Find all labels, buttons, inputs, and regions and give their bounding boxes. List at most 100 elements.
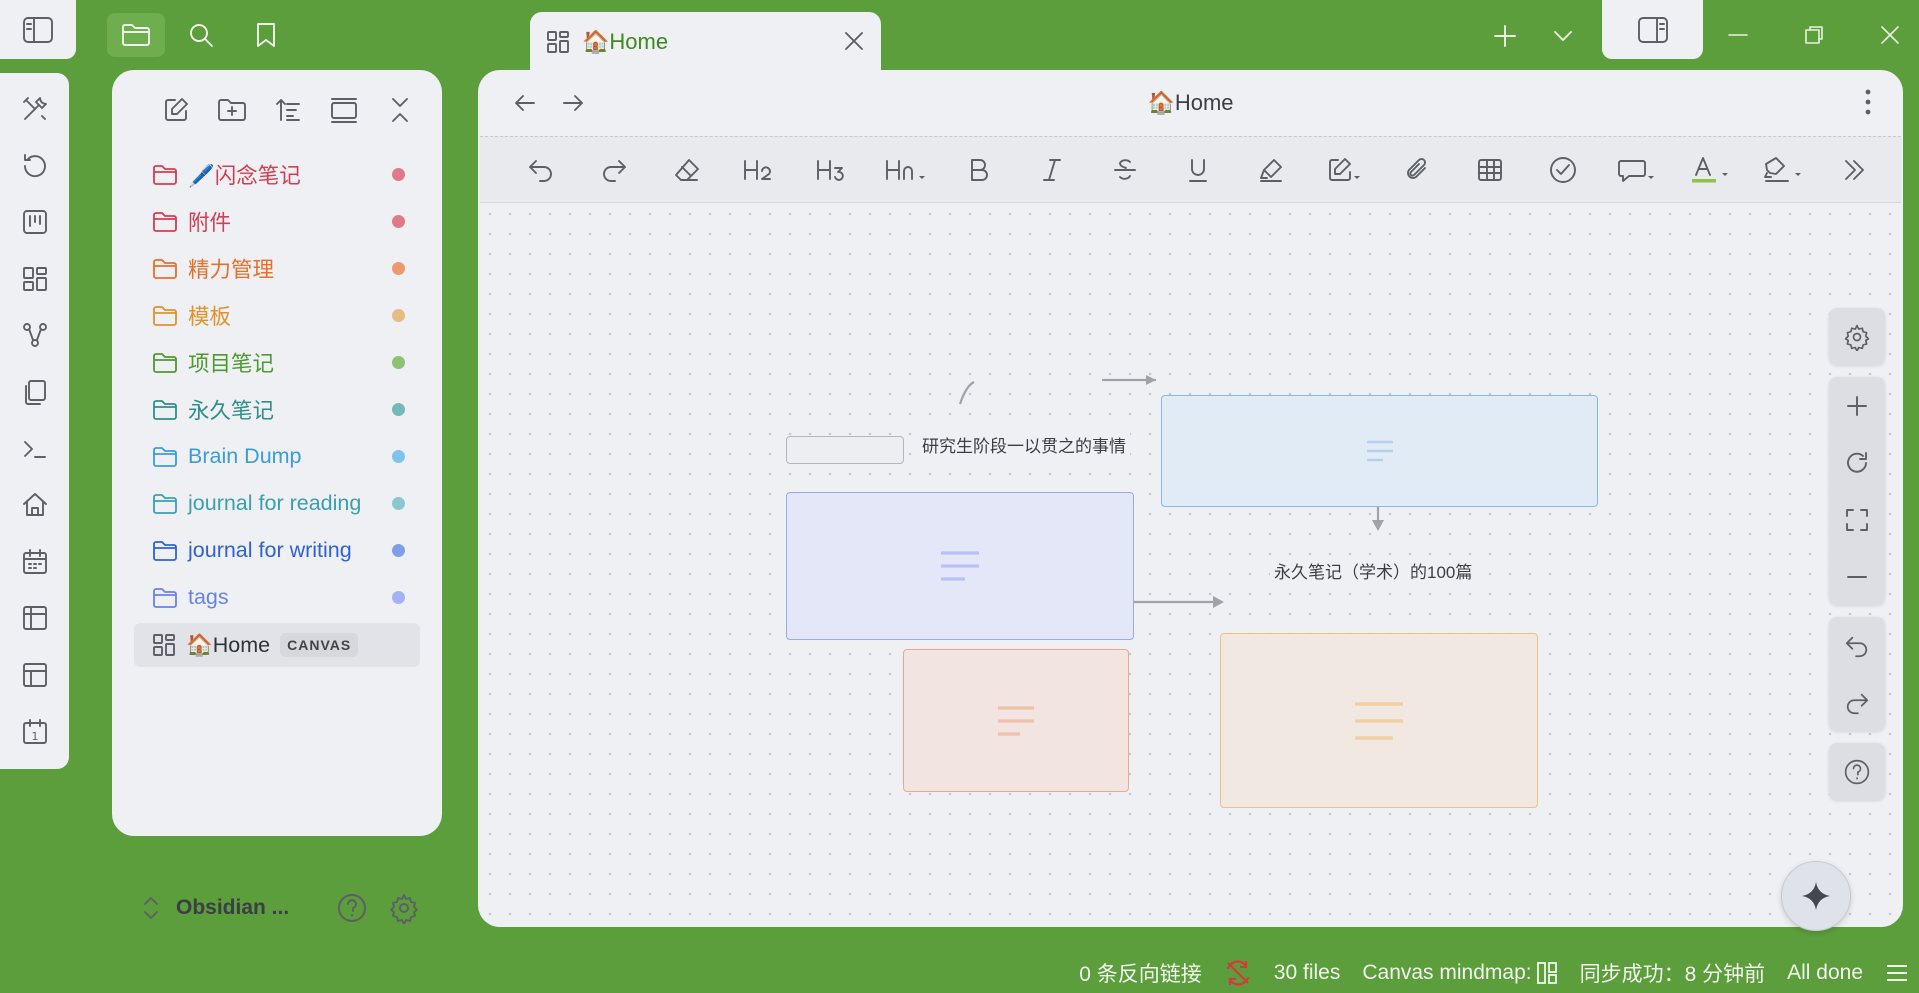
- folder-item[interactable]: Brain Dump: [134, 433, 420, 480]
- tab-file-explorer[interactable]: [107, 13, 165, 57]
- ribbon-table[interactable]: [15, 598, 55, 638]
- tools-icon: [22, 97, 47, 120]
- heading-n-button[interactable]: [869, 145, 942, 195]
- node-empty-label[interactable]: [786, 436, 904, 464]
- canvas-undo-button[interactable]: [1829, 617, 1885, 674]
- zoom-in-button[interactable]: [1829, 377, 1885, 434]
- zoom-to-fit-button[interactable]: [1829, 491, 1885, 548]
- sort-button[interactable]: [264, 90, 312, 130]
- tab-search[interactable]: [172, 13, 230, 57]
- folder-icon: [153, 211, 177, 232]
- backlinks-count[interactable]: 0 条反向链接: [1079, 958, 1202, 988]
- edit-format-button[interactable]: [1307, 145, 1380, 195]
- ribbon-graph[interactable]: [15, 315, 55, 355]
- more-options-icon[interactable]: [1863, 88, 1873, 116]
- tab-home[interactable]: 🏠Home: [530, 12, 881, 72]
- ribbon-daily-note[interactable]: 1: [15, 712, 55, 752]
- minimize-button[interactable]: [1700, 10, 1776, 60]
- close-icon[interactable]: [841, 28, 867, 54]
- node-red-card[interactable]: [903, 649, 1129, 792]
- folder-item[interactable]: 项目笔记: [134, 339, 420, 386]
- sync-status[interactable]: 同步成功：8 分钟前: [1580, 958, 1766, 988]
- file-item-home[interactable]: 🏠Home CANVAS: [134, 623, 420, 667]
- edge-label-middle[interactable]: 永久笔记（学术）的100篇: [1270, 556, 1477, 585]
- canvas-settings-button[interactable]: [1829, 308, 1885, 365]
- folder-item[interactable]: journal for reading: [134, 480, 420, 527]
- ribbon-tools[interactable]: [15, 89, 55, 129]
- tab-list-button[interactable]: [1542, 14, 1584, 58]
- underline-button[interactable]: [1161, 145, 1234, 195]
- callout-button[interactable]: [1599, 145, 1672, 195]
- zoom-out-button[interactable]: [1829, 548, 1885, 605]
- strikethrough-button[interactable]: [1088, 145, 1161, 195]
- folder-label: 附件: [188, 211, 232, 235]
- left-sidebar-toggle[interactable]: [0, 0, 76, 59]
- pencil-square-icon: [1328, 157, 1360, 181]
- table-button[interactable]: [1453, 145, 1526, 195]
- canvas-help-button[interactable]: [1829, 743, 1885, 800]
- auto-reveal-button[interactable]: [320, 90, 368, 130]
- heading2-icon: [743, 159, 771, 180]
- folder-item[interactable]: 模板: [134, 292, 420, 339]
- ribbon-terminal[interactable]: [15, 429, 55, 469]
- settings-icon: [1844, 324, 1870, 351]
- folder-item[interactable]: 精力管理: [134, 245, 420, 292]
- undo-button[interactable]: [504, 145, 577, 195]
- task-status: All done: [1787, 961, 1863, 984]
- vault-footer: Obsidian ...: [140, 888, 430, 928]
- vault-name[interactable]: Obsidian ...: [176, 896, 326, 920]
- folder-item[interactable]: 🖊️闪念笔记: [134, 151, 420, 198]
- reset-zoom-button[interactable]: [1829, 434, 1885, 491]
- close-window-button[interactable]: [1852, 10, 1919, 60]
- more-toolbar-button[interactable]: [1818, 145, 1891, 195]
- redo-button[interactable]: [577, 145, 650, 195]
- view-title[interactable]: 🏠Home: [478, 90, 1903, 116]
- new-folder-button[interactable]: [208, 90, 256, 130]
- help-icon[interactable]: [336, 892, 368, 924]
- status-menu[interactable]: [1885, 961, 1909, 985]
- folder-item[interactable]: tags: [134, 574, 420, 621]
- folder-item[interactable]: journal for writing: [134, 527, 420, 574]
- italic-button[interactable]: [1015, 145, 1088, 195]
- text-color-button[interactable]: [1672, 145, 1745, 195]
- folder-color-dot: [392, 262, 405, 275]
- folder-color-dot: [392, 450, 405, 463]
- heading3-button[interactable]: [796, 145, 869, 195]
- new-note-button[interactable]: [152, 90, 200, 130]
- canvas-redo-button[interactable]: [1829, 674, 1885, 731]
- folder-item[interactable]: 永久笔记: [134, 386, 420, 433]
- ai-assistant-button[interactable]: [1781, 861, 1851, 931]
- ribbon-layout[interactable]: [15, 655, 55, 695]
- ribbon-home[interactable]: [15, 485, 55, 525]
- heading2-button[interactable]: [723, 145, 796, 195]
- new-tab-button[interactable]: [1484, 14, 1526, 58]
- node-orange-card[interactable]: [1220, 633, 1538, 808]
- ribbon-calendar[interactable]: [15, 542, 55, 582]
- daily-note-icon: 1: [22, 718, 47, 744]
- task-button[interactable]: [1526, 145, 1599, 195]
- node-blue-card[interactable]: [786, 492, 1134, 640]
- restore-button[interactable]: [1776, 10, 1852, 60]
- edge-label-top[interactable]: 研究生阶段一以贯之的事情: [918, 430, 1130, 459]
- folder-item[interactable]: 附件: [134, 198, 420, 245]
- eraser-button[interactable]: [650, 145, 723, 195]
- attach-button[interactable]: [1380, 145, 1453, 195]
- ribbon-dashboard[interactable]: [15, 259, 55, 299]
- window-controls: [1700, 10, 1919, 60]
- ribbon-files[interactable]: [15, 372, 55, 412]
- tab-bookmarks[interactable]: [237, 13, 295, 57]
- node-light-blue-card[interactable]: [1161, 395, 1598, 507]
- ribbon-history[interactable]: [15, 146, 55, 186]
- canvas-board[interactable]: 研究生阶段一以贯之的事情 永久笔记（学术）的100篇: [480, 204, 1901, 927]
- vault-switcher-icon[interactable]: [140, 894, 162, 922]
- highlight-pen-button[interactable]: [1234, 145, 1307, 195]
- right-sidebar-toggle[interactable]: [1602, 0, 1703, 59]
- ribbon-kanban[interactable]: [15, 202, 55, 242]
- bold-button[interactable]: [942, 145, 1015, 195]
- edge-top[interactable]: [958, 378, 1156, 405]
- sync-disabled-status[interactable]: [1224, 959, 1252, 987]
- collapse-all-button[interactable]: [376, 90, 424, 130]
- settings-icon[interactable]: [388, 892, 420, 924]
- highlight-color-button[interactable]: [1745, 145, 1818, 195]
- canvas-mindmap-status[interactable]: Canvas mindmap:: [1362, 961, 1557, 985]
